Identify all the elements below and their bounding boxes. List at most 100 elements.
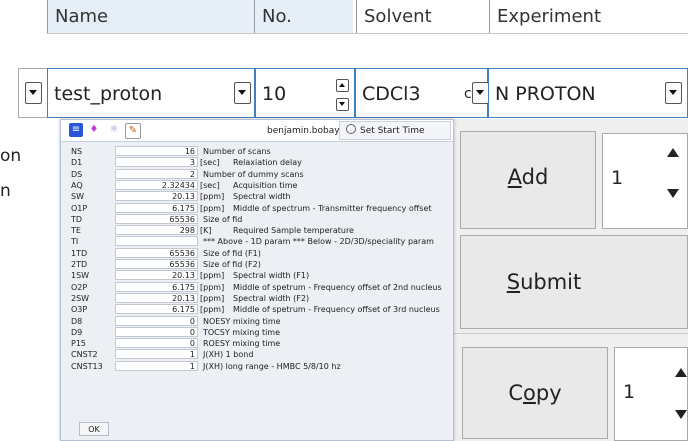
name-field[interactable]: test_proton [47, 68, 255, 118]
list-icon[interactable]: ≡ [69, 123, 83, 137]
param-row: NS 16 Number of scans [61, 146, 453, 157]
submit-rest: ubmit [520, 270, 582, 294]
set-start-time-label: Set Start Time [360, 126, 425, 136]
param-value-field[interactable]: 1 [115, 349, 198, 360]
spin-up-icon[interactable] [675, 368, 687, 377]
add-button-label: Add [461, 165, 595, 189]
chevron-down-icon[interactable] [472, 82, 489, 104]
param-row: DS 2 Number of dummy scans [61, 168, 453, 180]
column-header-experiment[interactable]: Experiment [489, 0, 688, 34]
param-unit: [ppm] [200, 293, 225, 303]
param-row: 2TD 65536 Size of fid (F2) [61, 259, 453, 270]
param-name: CNST2 [71, 350, 98, 360]
column-header-solvent[interactable]: Solvent [356, 0, 486, 34]
param-value-field[interactable] [115, 236, 198, 247]
ok-button-label: OK [88, 425, 100, 434]
param-row: SW 20.13 [ppm] Spectral width [61, 191, 453, 202]
param-value-field[interactable]: 6.175 [115, 304, 198, 315]
clipped-label-1-text: on [0, 146, 22, 166]
param-row: TI *** Above - 1D param *** Below - 2D/3D… [61, 236, 453, 247]
param-description: Number of dummy scans [203, 169, 304, 179]
add-count-spinner[interactable]: 1 [602, 133, 688, 229]
param-value-field[interactable]: 65536 [115, 247, 198, 258]
experiment-field[interactable]: N PROTON [488, 68, 688, 118]
spin-down-icon[interactable] [667, 189, 679, 198]
spin-up-icon[interactable] [667, 148, 679, 157]
param-row: 1SW 20.13 [ppm] Spectral width (F1) [61, 270, 453, 281]
param-value-field[interactable]: 6.175 [115, 202, 198, 213]
param-description: ROESY mixing time [203, 339, 281, 349]
param-value-field[interactable]: 6.175 [115, 281, 198, 292]
param-value-field[interactable]: 2.32434 [115, 179, 198, 190]
param-value-field[interactable]: 3 [115, 157, 198, 168]
set-start-time-button[interactable]: Set Start Time [339, 121, 451, 140]
column-header-no[interactable]: No. [254, 0, 354, 34]
param-name: SW [71, 192, 84, 202]
param-name: D1 [71, 158, 83, 168]
param-name: CNST13 [71, 361, 103, 371]
add-button[interactable]: Add [460, 131, 596, 229]
param-unit: [K] [200, 226, 212, 236]
clock-icon [346, 124, 356, 134]
copy-button[interactable]: Copy [462, 347, 608, 439]
param-description: Relaxiation delay [233, 158, 302, 168]
param-name: AQ [71, 180, 83, 190]
solvent-field[interactable]: CDCl3 c [355, 68, 489, 118]
add-rest: dd [521, 165, 549, 189]
param-name: 1SW [71, 271, 90, 281]
param-description: Size of fid [203, 214, 243, 224]
param-name: DS [71, 169, 83, 179]
param-value-field[interactable]: 0 [115, 326, 198, 337]
param-value-field[interactable]: 20.13 [115, 270, 198, 281]
number-spinner[interactable]: 10 [255, 68, 355, 118]
param-value-field[interactable]: 65536 [115, 259, 198, 269]
copy-count-spinner[interactable]: 1 [614, 347, 688, 441]
chevron-down-icon[interactable] [234, 82, 251, 104]
param-description: J(XH) long range - HMBC 5/8/10 hz [203, 361, 341, 371]
spin-up-icon[interactable] [336, 79, 349, 92]
column-header-no-label: No. [262, 6, 292, 27]
param-value-field[interactable]: 20.13 [115, 191, 198, 202]
param-name: TE [71, 226, 81, 236]
param-description: *** Above - 1D param *** Below - 2D/3D/s… [203, 237, 434, 247]
spin-down-icon[interactable] [336, 98, 349, 111]
param-row: O3P 6.175 [ppm] Middle of spetrum - Frequen… [61, 304, 453, 315]
param-unit: [sec] [200, 158, 220, 168]
row-menu-dropdown[interactable] [18, 68, 48, 118]
param-value-field[interactable]: 20.13 [115, 292, 198, 303]
param-name: O1P [71, 203, 88, 213]
chevron-down-icon[interactable] [665, 82, 682, 104]
clipped-label-1: on [0, 146, 21, 166]
param-value-field[interactable]: 0 [115, 338, 198, 349]
spin-down-icon[interactable] [675, 410, 687, 419]
param-row: D1 3 [sec] Relaxiation delay [61, 157, 453, 168]
param-name: TI [71, 237, 79, 247]
param-row: O1P 6.175 [ppm] Middle of spectrum - Transm… [61, 202, 453, 214]
copy-rest: py [535, 381, 562, 405]
param-row: CNST2 1 J(XH) 1 bond [61, 349, 453, 360]
param-row: O2P 6.175 [ppm] Middle of spetrum - Frequen… [61, 281, 453, 293]
clipped-label-2-text: n [0, 181, 11, 201]
param-value-field[interactable]: 298 [115, 225, 198, 236]
submit-button[interactable]: Submit [460, 235, 688, 329]
solvent-field-overflow: c [464, 86, 472, 102]
ok-button[interactable]: OK [79, 422, 109, 436]
param-value-field[interactable]: 0 [115, 315, 198, 326]
param-value-field[interactable]: 2 [115, 168, 198, 179]
param-row: D9 0 TOCSY mixing time [61, 326, 453, 338]
param-unit: [ppm] [200, 282, 225, 292]
action-panel: Add 1 Submit Copy 1 [450, 119, 688, 441]
param-name: 1TD [71, 248, 88, 258]
edit-icon[interactable]: ✎ [125, 123, 141, 139]
param-name: 2SW [71, 293, 90, 303]
flask-icon[interactable]: ♦ [87, 123, 101, 137]
panel-divider [450, 333, 688, 334]
add-mnemonic: A [507, 165, 522, 189]
param-name: D8 [71, 316, 83, 326]
param-description: Size of fid (F2) [203, 260, 261, 269]
molecule-icon[interactable]: ⚛ [107, 123, 121, 137]
param-value-field[interactable]: 16 [115, 146, 198, 156]
param-value-field[interactable]: 1 [115, 360, 198, 371]
param-row: CNST13 1 J(XH) long range - HMBC 5/8/10 hz [61, 360, 453, 372]
param-value-field[interactable]: 65536 [115, 213, 198, 224]
